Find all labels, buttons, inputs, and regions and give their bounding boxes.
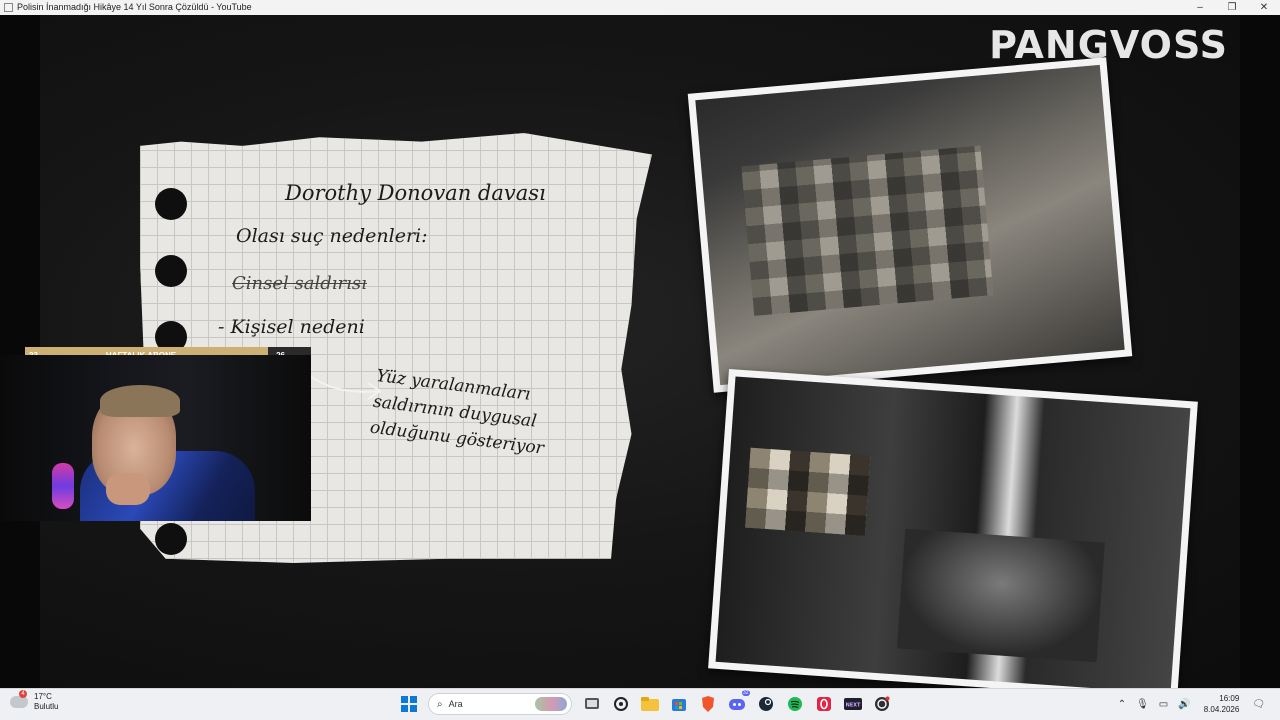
rgb-lamp <box>52 463 74 509</box>
paper-hole <box>155 523 187 555</box>
streamer-hand <box>106 473 150 505</box>
censor-mosaic <box>745 447 871 536</box>
pixelated-image <box>695 64 1125 386</box>
search-placeholder: Ara <box>448 699 463 709</box>
clock-time: 16:09 <box>1219 694 1240 703</box>
opera-icon[interactable] <box>813 693 835 715</box>
discord-badge: 32 <box>741 690 750 696</box>
task-view-icon[interactable] <box>581 693 603 715</box>
video-player[interactable]: PANGVOSS Dorothy Donovan davası Olası su… <box>0 15 1280 688</box>
channel-watermark: PANGVOSS <box>989 23 1228 67</box>
note-struck-item: Cinsel saldırısı <box>232 273 367 294</box>
chevron-up-icon[interactable]: ⌃ <box>1118 699 1126 710</box>
cloud-icon: 4 <box>10 690 28 708</box>
system-tray: ⌃ 🎙 ▭ 🔊 16:09 8.04.2026 🗨 <box>1113 693 1270 715</box>
notification-icon[interactable]: 🗨 <box>1252 699 1265 710</box>
window-titlebar: Polisin İnanmadığı Hikâye 14 Yıl Sonra Ç… <box>0 0 1280 15</box>
room-clutter <box>896 528 1105 663</box>
note-item: - Kişisel nedeni <box>218 316 365 338</box>
pixelated-image <box>715 376 1191 688</box>
steelseries-icon[interactable] <box>610 693 632 715</box>
weather-alert-badge: 4 <box>19 690 27 698</box>
weather-widget[interactable]: 4 17°C Bulutlu <box>10 690 59 712</box>
paper-hole <box>155 255 187 287</box>
network-icon[interactable]: ▭ <box>1159 699 1168 710</box>
window-title: Polisin İnanmadığı Hikâye 14 Yıl Sonra Ç… <box>17 2 252 12</box>
volume-icon[interactable]: 🔊 <box>1178 699 1190 710</box>
discord-icon[interactable]: 32 <box>726 690 750 715</box>
brave-icon[interactable] <box>697 693 719 715</box>
microsoft-store-icon[interactable] <box>668 693 690 715</box>
close-button[interactable]: ✕ <box>1248 0 1280 15</box>
evidence-photo <box>687 57 1133 393</box>
weather-temp: 17°C <box>34 692 52 701</box>
video-right-border <box>1240 15 1280 688</box>
svg-text:NEXT: NEXT <box>845 703 860 709</box>
microphone-icon[interactable]: 🎙 <box>1136 699 1149 710</box>
censor-mosaic <box>741 145 994 316</box>
window-controls: – ❐ ✕ <box>1184 0 1280 15</box>
search-highlight-icon <box>535 697 567 711</box>
kick-icon[interactable]: NEXT <box>842 693 864 715</box>
weather-condition: Bulutlu <box>34 702 59 711</box>
minimize-button[interactable]: – <box>1184 0 1216 15</box>
steam-icon[interactable] <box>755 693 777 715</box>
note-explanation: Yüz yaralanmaları saldırının duygusal ol… <box>368 363 551 462</box>
taskbar-search[interactable]: ⌕ Ara <box>428 693 572 715</box>
file-explorer-icon[interactable] <box>639 693 661 715</box>
note-subtitle: Olası suç nedenleri: <box>236 225 428 247</box>
evidence-photo <box>708 368 1198 688</box>
clock-date: 8.04.2026 <box>1203 705 1240 714</box>
taskbar-apps: ⌕ Ara 32 NEXT <box>394 690 896 715</box>
app-icon <box>4 3 13 12</box>
obs-icon[interactable] <box>871 693 893 715</box>
paper-hole <box>155 188 187 220</box>
streamer-hair <box>100 385 180 417</box>
windows-start-icon[interactable] <box>398 693 420 715</box>
maximize-button[interactable]: ❐ <box>1216 0 1248 15</box>
spotify-icon[interactable] <box>784 693 806 715</box>
windows-taskbar: 4 17°C Bulutlu ⌕ Ara 32 NEXT ⌃ 🎙 ▭ 🔊 16:… <box>0 688 1280 720</box>
taskbar-clock[interactable]: 16:09 8.04.2026 <box>1204 693 1240 715</box>
streamer-webcam <box>0 355 311 521</box>
search-icon: ⌕ <box>437 698 443 710</box>
note-title: Dorothy Donovan davası <box>285 181 546 205</box>
